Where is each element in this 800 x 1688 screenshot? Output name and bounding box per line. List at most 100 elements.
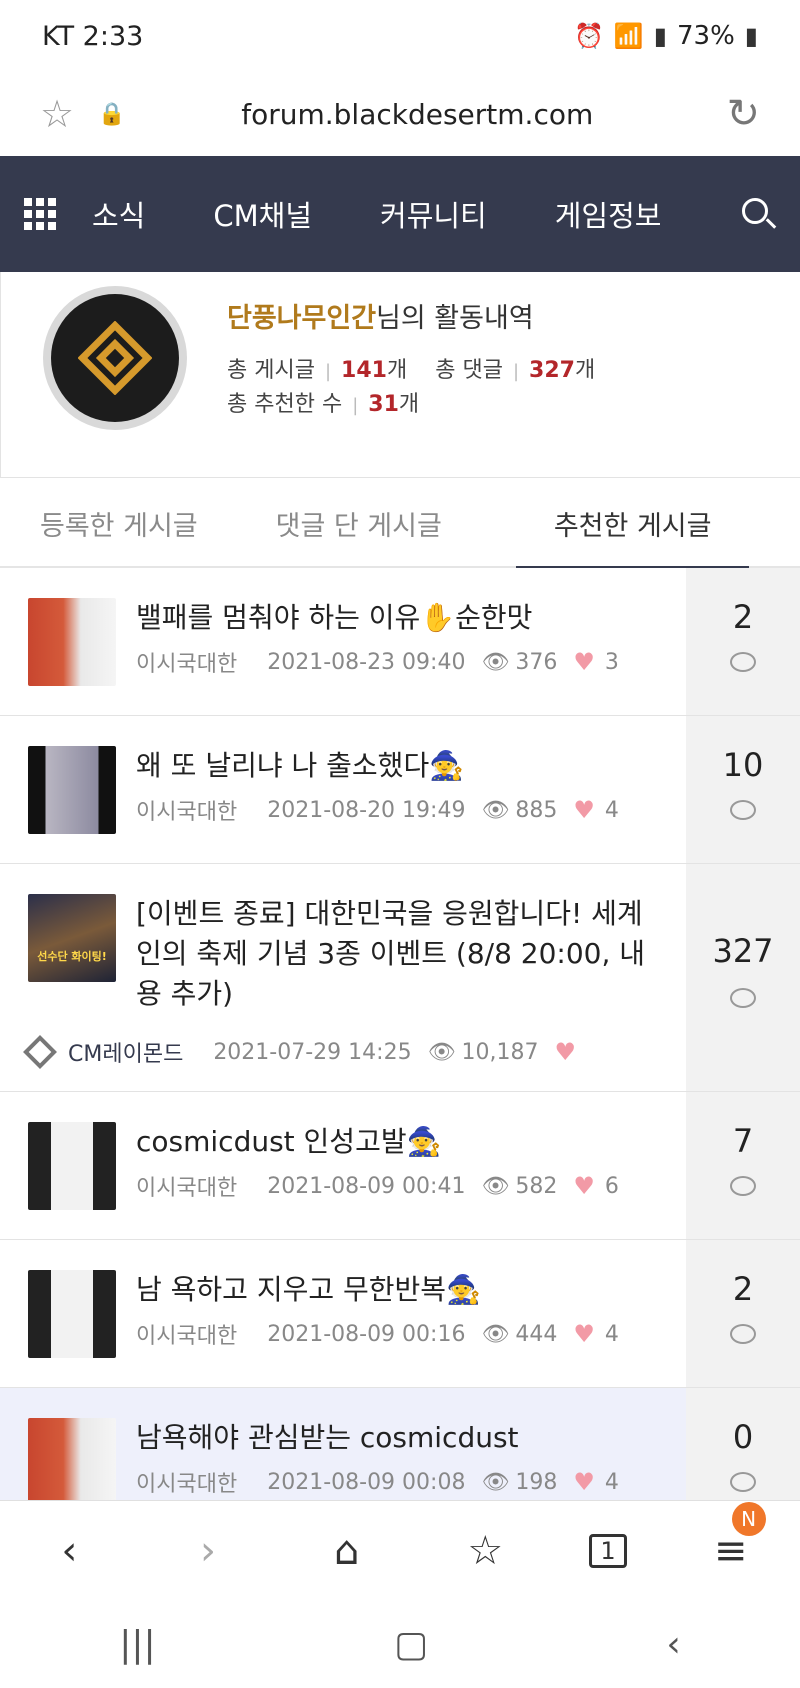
site-nav: 소식 CM채널 커뮤니티 게임정보 [0,156,800,272]
list-item[interactable]: cosmicdust 인성고발🧙 이시국대한 2021-08-09 00:41 … [0,1092,800,1240]
post-author: 이시국대한 [136,800,238,825]
battery-level: 73% [676,21,735,51]
home-button-icon[interactable]: ▢ [394,1624,428,1665]
comment-count: 327 [712,932,774,970]
eye-icon: 👁 [481,1469,510,1495]
tab-commented-posts[interactable]: 댓글 단 게시글 [276,478,442,568]
post-thumbnail: 선수단 화이팅! [28,894,116,982]
comment-count-column: 327 [686,864,800,1091]
status-bar: KT 2:33 ⏰ 📶 ▮ 73% ▮ [0,0,800,72]
likes-label: 총 추천한 수 [227,392,343,417]
post-date: 2021-08-09 00:16 [267,1321,466,1347]
comment-bubble-icon [686,800,800,826]
comment-count-column: 2 [686,1240,800,1387]
eye-icon: 👁 [481,1321,510,1347]
profile-name: 단풍나무인간 [227,303,377,334]
list-item[interactable]: 왜 또 날리냐 나 출소했다🧙 이시국대한 2021-08-20 19:49 👁… [0,716,800,864]
comments-label: 총 댓글 [435,358,503,383]
post-title[interactable]: 밸패를 멈춰야 하는 이유✋순한맛 [136,598,532,638]
post-likes: 4 [604,1469,619,1495]
nav-item-news[interactable]: 소식 [92,193,145,235]
menu-badge: N [731,1501,766,1536]
post-views: 582 [515,1173,558,1199]
heart-icon: ♥ [554,1038,576,1066]
list-item[interactable]: 남욕해야 관심받는 cosmicdust 이시국대한 2021-08-09 00… [0,1388,800,1506]
system-back-icon[interactable]: ‹ [666,1624,680,1665]
post-likes: 4 [604,797,619,823]
activity-tabs: 등록한 게시글 댓글 단 게시글 추천한 게시글 [0,478,800,570]
profile-title-suffix: 님의 활동내역 [376,303,534,334]
search-icon[interactable] [740,196,777,232]
post-date: 2021-08-09 00:41 [267,1173,466,1199]
heart-icon: ♥ [573,1468,595,1496]
heart-icon: ♥ [573,1172,595,1200]
list-item[interactable]: 선수단 화이팅! [이벤트 종료] 대한민국을 응원합니다! 세계인의 축제 기… [0,864,800,1092]
comment-bubble-icon [686,1176,800,1202]
comment-count: 0 [732,1418,754,1456]
eye-icon: 👁 [427,1039,456,1065]
bookmark-star-icon[interactable]: ☆ [40,92,86,136]
post-title[interactable]: 왜 또 날리냐 나 출소했다🧙 [136,746,464,786]
list-item[interactable]: 남 욕하고 지우고 무한반복🧙 이시국대한 2021-08-09 00:16 👁… [0,1240,800,1388]
post-title[interactable]: [이벤트 종료] 대한민국을 응원합니다! 세계인의 축제 기념 3종 이벤트 … [136,894,646,1014]
status-icons: ⏰ 📶 ▮ 73% ▮ [574,21,758,51]
back-icon[interactable]: ‹ [34,1528,104,1574]
post-author: 이시국대한 [136,1176,238,1201]
comments-count: 327 [529,358,575,383]
lock-icon: 🔒 [98,101,126,127]
home-icon[interactable]: ⌂ [312,1528,382,1574]
profile-title: 단풍나무인간님의 활동내역 [227,296,534,335]
nav-item-cm-channel[interactable]: CM채널 [213,193,312,235]
comment-count-column: 10 [686,716,800,863]
eye-icon: 👁 [481,649,510,675]
alarm-icon: ⏰ [573,22,604,50]
comment-count-column: 7 [686,1092,800,1239]
url-text[interactable]: forum.blackdesertm.com [138,98,696,131]
nav-item-community[interactable]: 커뮤니티 [380,193,487,235]
comment-count: 2 [732,598,754,636]
post-views: 444 [515,1321,558,1347]
tab-recommended-posts[interactable]: 추천한 게시글 [515,478,750,570]
post-thumbnail [28,1418,116,1506]
post-title[interactable]: 남욕해야 관심받는 cosmicdust [136,1418,519,1458]
comment-bubble-icon [686,988,800,1014]
recent-apps-icon[interactable]: ||| [119,1624,155,1665]
likes-count: 31 [368,392,399,417]
post-meta: 이시국대한 2021-08-09 00:16 👁 444 ♥ 4 [136,1318,619,1350]
event-banner-text: 선수단 화이팅! [37,950,107,963]
posts-count: 141 [341,358,387,383]
bookmarks-icon[interactable]: ☆ [450,1528,520,1574]
cm-badge-icon [23,1035,57,1069]
eye-icon: 👁 [481,797,510,823]
tabs-icon[interactable]: 1 [588,1533,627,1568]
post-meta: 이시국대한 2021-08-09 00:08 👁 198 ♥ 4 [136,1466,619,1498]
signal-icon: ▮ [653,22,667,50]
forward-icon[interactable]: › [173,1528,243,1574]
post-likes: 4 [604,1321,619,1347]
comment-count: 7 [732,1122,754,1160]
post-author: 이시국대한 [136,652,238,677]
posts-label: 총 게시글 [227,358,315,383]
post-title[interactable]: 남 욕하고 지우고 무한반복🧙 [136,1270,481,1310]
post-meta: 이시국대한 2021-08-09 00:41 👁 582 ♥ 6 [136,1170,619,1202]
nav-item-game-info[interactable]: 게임정보 [555,193,662,235]
heart-icon: ♥ [573,796,595,824]
browser-bottom-nav: ‹ › ⌂ ☆ 1 ≡ N [0,1500,800,1600]
game-logo-icon [78,321,152,395]
list-item[interactable]: 밸패를 멈춰야 하는 이유✋순한맛 이시국대한 2021-08-23 09:40… [0,568,800,716]
menu-icon[interactable]: ≡ N [696,1501,766,1574]
grid-menu-icon[interactable] [24,198,56,230]
post-author: CM레이몬드 [68,1042,184,1067]
tabs-count: 1 [600,1536,616,1565]
comment-count-column: 0 [686,1388,800,1503]
post-thumbnail [28,746,116,834]
post-meta: 이시국대한 2021-08-23 09:40 👁 376 ♥ 3 [136,646,619,678]
eye-icon: 👁 [481,1173,510,1199]
comment-count: 10 [722,746,764,784]
reload-icon[interactable]: ↻ [726,91,760,137]
post-title[interactable]: cosmicdust 인성고발🧙 [136,1122,441,1162]
tab-registered-posts[interactable]: 등록한 게시글 [40,478,198,568]
comment-bubble-icon [686,1324,800,1350]
post-views: 198 [515,1469,558,1495]
post-date: 2021-07-29 14:25 [213,1039,412,1065]
